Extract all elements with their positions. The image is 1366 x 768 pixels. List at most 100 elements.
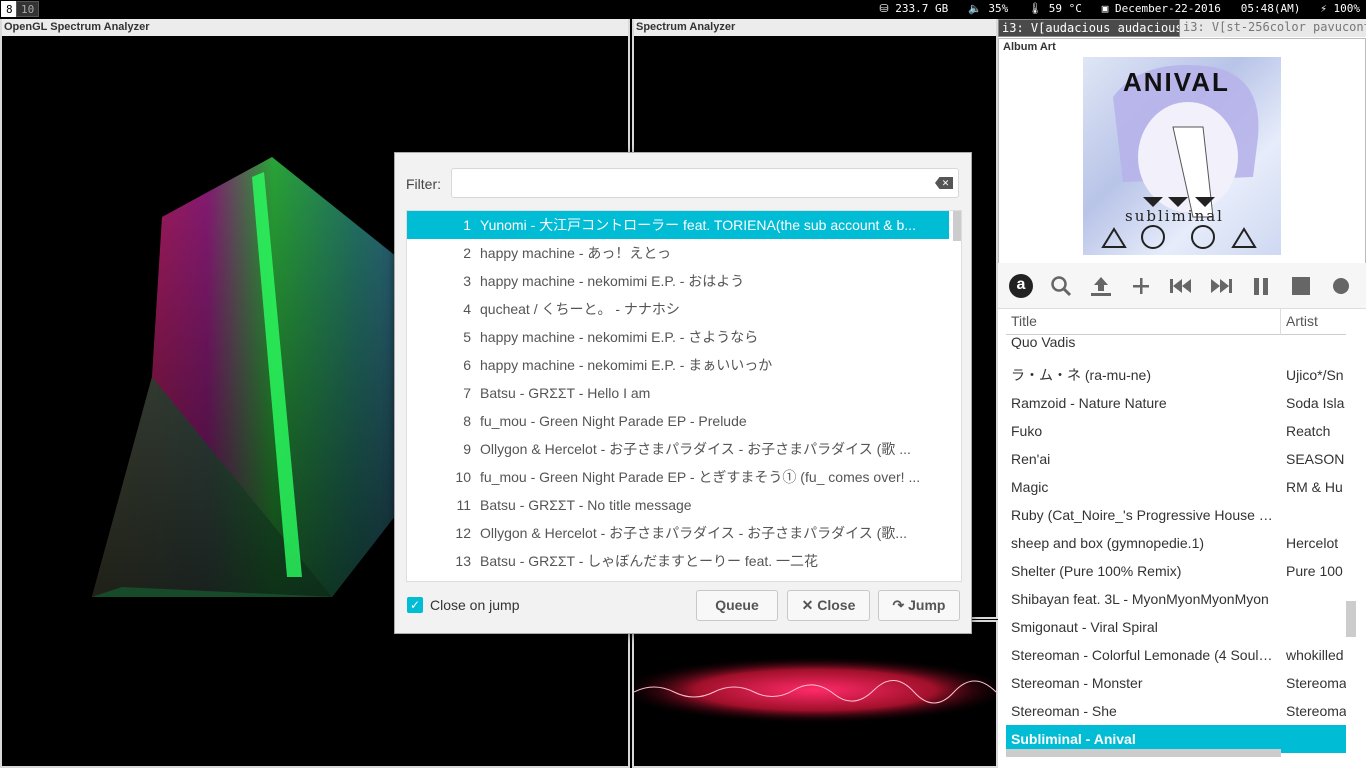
playlist-artist: SEASON [1286,451,1345,467]
playlist-title: Fuko [1011,423,1043,439]
playlist-scrollbar[interactable] [1346,601,1356,637]
song-name: Batsu - GRΣΣT - Hello I am [480,385,651,401]
song-row[interactable]: 8 fu_mou - Green Night Parade EP - Prelud… [407,407,949,435]
song-number: 2 [463,245,471,261]
playlist-title: ラ・ム・ネ (ra-mu-ne) [1011,367,1152,383]
song-number: 12 [455,525,471,541]
album-brand-text: ANIVAL [1123,67,1230,97]
playlist-header: Title Artist [1006,309,1346,335]
close-on-jump-checkbox[interactable]: ✓ Close on jump [407,597,520,613]
audacious-logo-icon[interactable]: a [1008,273,1034,299]
playlist-row[interactable]: Shibayan feat. 3L - MyonMyonMyonMyon [1006,585,1346,613]
song-row[interactable]: 5 happy machine - nekomimi E.P. - さようなら [407,323,949,351]
playlist-row[interactable]: sheep and box (gymnopedie.1) Hercelot [1006,529,1346,557]
song-number: 3 [463,273,471,289]
song-number: 1 [463,217,471,233]
song-name: fu_mou - Green Night Parade EP - Prelude [480,413,747,429]
jump-button[interactable]: ↷ Jump [878,590,960,621]
open-icon[interactable] [1088,273,1114,299]
song-name: Yunomi - 大江戸コントローラー feat. TORIENA(the su… [480,217,916,233]
next-icon[interactable] [1208,273,1234,299]
song-row[interactable]: 3 happy machine - nekomimi E.P. - おはよう [407,267,949,295]
pause-icon[interactable] [1248,273,1274,299]
playlist-title: Smigonaut - Viral Spiral [1011,619,1158,635]
playlist-row[interactable]: Ramzoid - Nature Nature Soda Isla [1006,389,1346,417]
song-list-scrollbar[interactable] [953,211,961,241]
playlist-title: Magic [1011,479,1049,495]
song-name: Ollygon & Hercelot - お子さまパラダイス - お子さまパラダ… [480,441,911,457]
song-number: 6 [463,357,471,373]
song-name: Ollygon & Hercelot - お子さまパラダイス - お子さまパラダ… [480,525,907,541]
filter-input[interactable] [451,168,959,198]
playlist-row[interactable]: Magic RM & Hu [1006,473,1346,501]
playlist-title: Stereoman - She [1011,703,1117,719]
playlist-table[interactable]: Title Artist Quo Vadis ラ・ム・ネ (ra-mu-ne) Uj… [1006,309,1346,759]
playlist-artist: Stereoma [1286,675,1346,691]
playlist-row[interactable]: Stereoman - She Stereoma [1006,697,1346,725]
stop-icon[interactable] [1288,273,1314,299]
song-row[interactable]: 7 Batsu - GRΣΣT - Hello I am [407,379,949,407]
album-art-title: Album Art [1003,41,1056,53]
workspace-10[interactable]: 10 [16,1,40,17]
waveform-pane [632,620,998,768]
playlist-artist: Ujico*/Sn [1286,367,1344,383]
playlist-row[interactable]: Stereoman - Colorful Lemonade (4 Souls R… [1006,641,1346,669]
column-artist-header[interactable]: Artist [1286,313,1318,329]
song-row[interactable]: 10 fu_mou - Green Night Parade EP - とぎすまそ… [407,463,949,491]
jump-to-song-dialog: Filter: ✕ 1 Yunomi - 大江戸コントローラー feat. TOR… [394,152,972,634]
song-name: qucheat / くちーと。 - ナナホシ [480,301,680,317]
playlist-title: Quo Vadis [1011,335,1076,349]
playlist-row[interactable]: ラ・ム・ネ (ra-mu-ne) Ujico*/Sn [1006,361,1346,389]
song-list[interactable]: 1 Yunomi - 大江戸コントローラー feat. TORIENA(the s… [406,210,962,582]
song-name: Batsu - GRΣΣT - No title message [480,497,692,513]
playlist-row[interactable]: Quo Vadis [1006,335,1346,351]
song-name: happy machine - nekomimi E.P. - まぁいいっか [480,357,773,373]
playlist-row[interactable]: Ren'ai SEASON [1006,445,1346,473]
playlist-row[interactable]: Smigonaut - Viral Spiral [1006,613,1346,641]
song-row[interactable]: 4 qucheat / くちーと。 - ナナホシ [407,295,949,323]
column-title-header[interactable]: Title [1011,313,1037,329]
song-number: 7 [463,385,471,401]
song-row[interactable]: 1 Yunomi - 大江戸コントローラー feat. TORIENA(the s… [407,211,949,239]
playlist-artist: RM & Hu [1286,479,1343,495]
search-icon[interactable] [1048,273,1074,299]
audacious-pane: i3: V[audacious audacious] i3: V[st-256c… [998,19,1366,768]
song-row[interactable]: 2 happy machine - あっ！えとっ [407,239,949,267]
album-subtitle-text: subliminal [1125,207,1224,225]
playlist-hscrollbar[interactable] [1006,749,1281,757]
song-number: 5 [463,329,471,345]
playlist-row[interactable]: Fuko Reatch [1006,417,1346,445]
i3-tab-audacious[interactable]: i3: V[audacious audacious] [998,19,1180,37]
queue-button[interactable]: Queue [696,590,778,621]
song-number: 11 [456,497,471,513]
song-row[interactable]: 9 Ollygon & Hercelot - お子さまパラダイス - お子さまパラ… [407,435,949,463]
song-row[interactable]: 11 Batsu - GRΣΣT - No title message [407,491,949,519]
playlist-title: Ren'ai [1011,451,1051,467]
song-name: happy machine - nekomimi E.P. - おはよう [480,273,745,289]
playlist-title: Shibayan feat. 3L - MyonMyonMyonMyon [1011,591,1269,607]
pane-title: Spectrum Analyzer [634,19,996,36]
song-row[interactable]: 13 Batsu - GRΣΣT - しゃぼんだますとーりー feat. 一二花 [407,547,949,575]
playlist-row[interactable]: Ruby (Cat_Noire_'s Progressive House Rem… [1006,501,1346,529]
close-button[interactable]: ✕ Close [787,590,870,621]
playlist-title: Stereoman - Monster [1011,675,1143,691]
playlist-artist: Stereoma [1286,703,1346,719]
filter-label: Filter: [406,176,441,192]
song-name: fu_mou - Green Night Parade EP - とぎすまそう①… [480,469,921,485]
song-name: happy machine - あっ！えとっ [480,245,671,261]
record-icon[interactable] [1328,273,1354,299]
waveform-visual [634,656,996,724]
i3-tab-st[interactable]: i3: V[st-256color pavucontrol] [1180,19,1366,37]
playlist-title: Stereoman - Colorful Lemonade (4 Souls R… [1011,647,1276,663]
checkmark-icon[interactable]: ✓ [407,597,423,613]
song-row[interactable]: 12 Ollygon & Hercelot - お子さまパラダイス - お子さまパ… [407,519,949,547]
playlist-title: sheep and box (gymnopedie.1) [1011,535,1205,551]
playlist-row[interactable]: Stereoman - Monster Stereoma [1006,669,1346,697]
add-icon[interactable] [1128,273,1154,299]
playlist-row[interactable]: Shelter (Pure 100% Remix) Pure 100 [1006,557,1346,585]
song-row[interactable]: 6 happy machine - nekomimi E.P. - まぁいいっか [407,351,949,379]
song-name: happy machine - nekomimi E.P. - さようなら [480,329,759,345]
previous-icon[interactable] [1168,273,1194,299]
status-text: ⛁ 233.7 GB 🔈 35% 🌡 59 °C ▣ December-22-2… [879,2,1360,15]
album-art-panel: Album Art ANIVAL subliminal [998,38,1366,276]
